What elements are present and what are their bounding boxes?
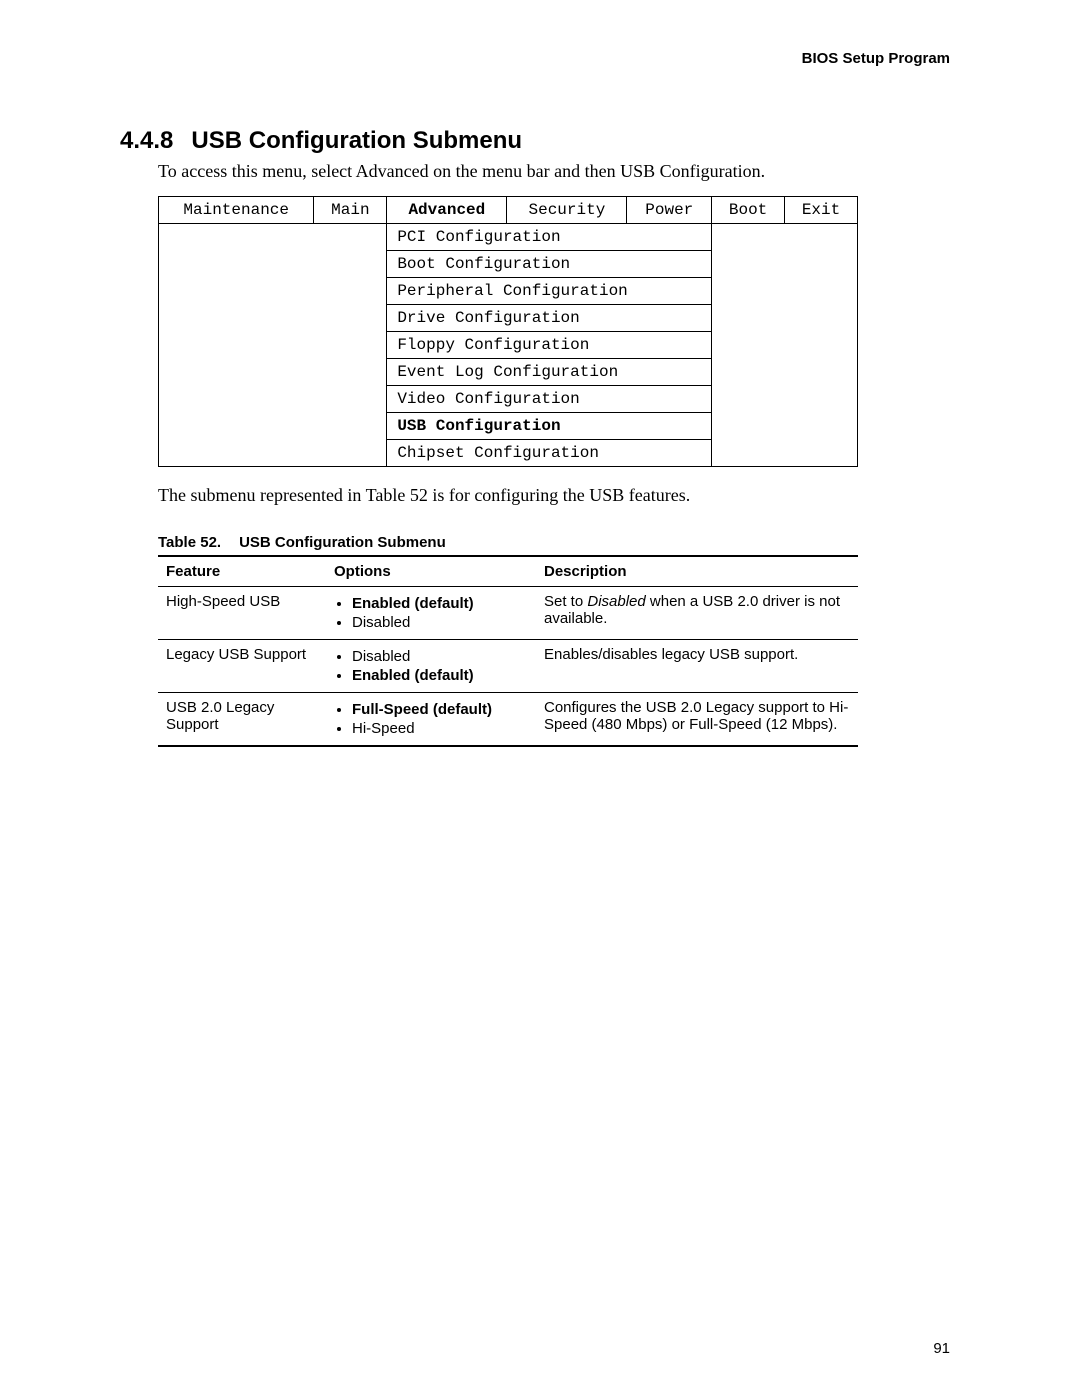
bios-sub-item: PCI Configuration: [387, 224, 712, 251]
bios-tab-maintenance: Maintenance: [159, 197, 314, 224]
cell-options: Full-Speed (default) Hi-Speed: [326, 693, 536, 747]
options-list: Full-Speed (default) Hi-Speed: [334, 701, 528, 737]
cell-description: Configures the USB 2.0 Legacy support to…: [536, 693, 858, 747]
bios-tab-security: Security: [507, 197, 627, 224]
col-feature: Feature: [158, 556, 326, 587]
cell-options: Enabled (default) Disabled: [326, 587, 536, 640]
after-bios-paragraph: The submenu represented in Table 52 is f…: [158, 485, 960, 506]
bios-sub-item: Event Log Configuration: [387, 359, 712, 386]
bios-sub-item: Floppy Configuration: [387, 332, 712, 359]
options-list: Enabled (default) Disabled: [334, 595, 528, 631]
bios-sub-item-active: USB Configuration: [387, 413, 712, 440]
feature-table-head-row: Feature Options Description: [158, 556, 858, 587]
option-item: Disabled: [352, 648, 528, 665]
option-item: Disabled: [352, 614, 528, 631]
bios-sub-item: Video Configuration: [387, 386, 712, 413]
feature-table: Feature Options Description High-Speed U…: [158, 555, 858, 747]
bios-empty-right: [712, 224, 858, 467]
bios-menu: Maintenance Main Advanced Security Power…: [158, 196, 858, 467]
table-row: High-Speed USBEnabled (default)DisabledS…: [158, 587, 858, 640]
desc-italic: Disabled: [587, 593, 645, 610]
bios-menu-table: Maintenance Main Advanced Security Power…: [158, 196, 858, 467]
table-caption: Table 52. USB Configuration Submenu: [158, 534, 960, 551]
section-heading: 4.4.8 USB Configuration Submenu: [120, 127, 960, 155]
col-options: Options: [326, 556, 536, 587]
page: BIOS Setup Program 4.4.8 USB Configuratio…: [0, 0, 1080, 1397]
bios-sub-item: Peripheral Configuration: [387, 278, 712, 305]
table-number: Table 52.: [158, 534, 221, 551]
bios-tab-boot: Boot: [712, 197, 785, 224]
desc-text: Set to: [544, 593, 587, 610]
cell-description: Enables/disables legacy USB support.: [536, 640, 858, 693]
cell-feature: USB 2.0 Legacy Support: [158, 693, 326, 747]
section-intro: To access this menu, select Advanced on …: [158, 161, 960, 182]
bios-sub-item: Boot Configuration: [387, 251, 712, 278]
bios-tab-advanced: Advanced: [387, 197, 507, 224]
bios-tab-exit: Exit: [785, 197, 858, 224]
bios-sub-item: Drive Configuration: [387, 305, 712, 332]
bios-tab-row: Maintenance Main Advanced Security Power…: [159, 197, 858, 224]
cell-feature: High-Speed USB: [158, 587, 326, 640]
bios-empty-left: [159, 224, 387, 467]
bios-tab-power: Power: [627, 197, 712, 224]
col-description: Description: [536, 556, 858, 587]
bios-tab-main: Main: [314, 197, 387, 224]
table-row: Legacy USB Support Disabled Enabled (defau…: [158, 640, 858, 693]
table-row: USB 2.0 Legacy SupportFull-Speed (defaul…: [158, 693, 858, 747]
table-title: USB Configuration Submenu: [239, 534, 446, 551]
running-header: BIOS Setup Program: [120, 50, 960, 67]
option-item: Enabled (default): [352, 667, 528, 684]
cell-feature: Legacy USB Support: [158, 640, 326, 693]
cell-description: Set to Disabled when a USB 2.0 driver is…: [536, 587, 858, 640]
section-number: 4.4.8: [120, 127, 173, 154]
bios-sub-row: PCI Configuration: [159, 224, 858, 251]
feature-table-wrap: Feature Options Description High-Speed U…: [158, 555, 858, 747]
option-item: Full-Speed (default): [352, 701, 528, 718]
bios-sub-item: Chipset Configuration: [387, 440, 712, 467]
options-list: Disabled Enabled (default): [334, 648, 528, 684]
section-title: USB Configuration Submenu: [191, 127, 522, 154]
option-item: Enabled (default): [352, 595, 528, 612]
page-number: 91: [933, 1340, 950, 1357]
option-item: Hi-Speed: [352, 720, 528, 737]
cell-options: Disabled Enabled (default): [326, 640, 536, 693]
